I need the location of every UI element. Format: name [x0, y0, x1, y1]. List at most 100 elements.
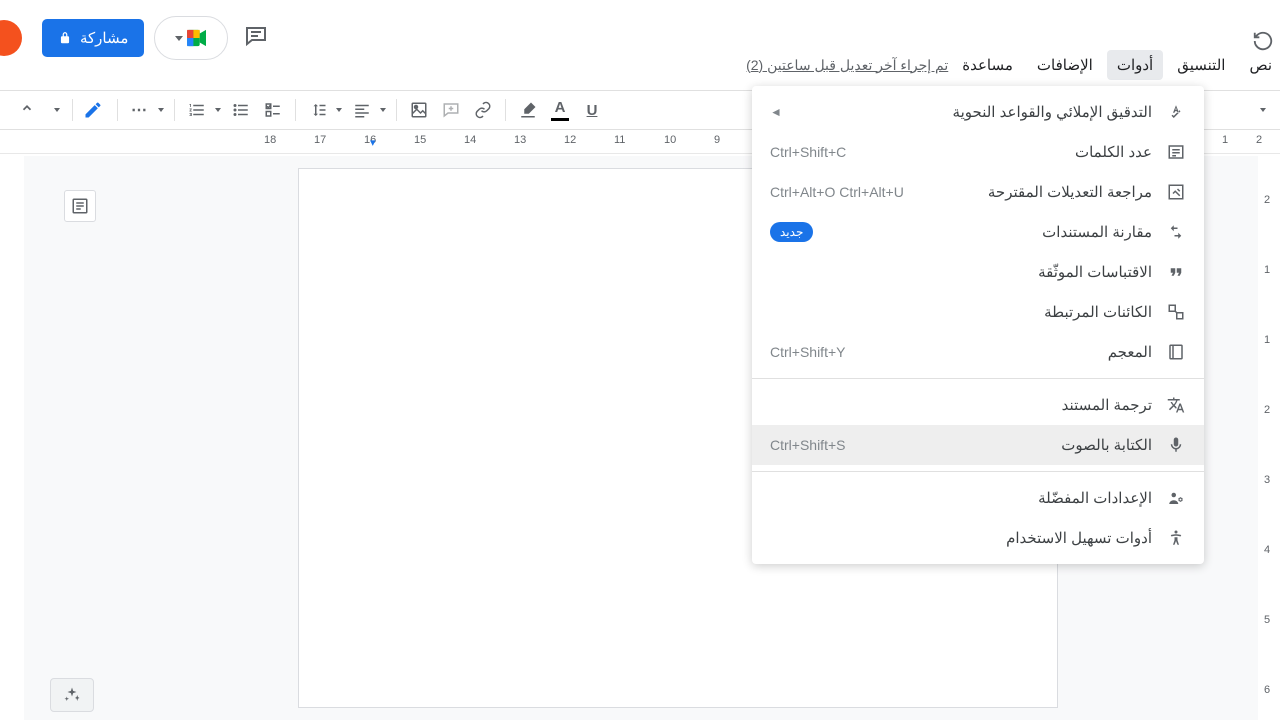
caret-down-icon — [175, 36, 183, 41]
ruler-tick: 13 — [514, 134, 526, 146]
add-comment-button[interactable] — [437, 95, 465, 125]
review-icon — [1166, 183, 1186, 201]
highlight-color-button[interactable] — [514, 95, 542, 125]
ruler-tick: 1 — [1264, 264, 1270, 276]
ruler-tick: 1 — [1264, 334, 1270, 346]
menu-citations[interactable]: الاقتباسات الموثّقة — [752, 252, 1204, 292]
menu-help[interactable]: مساعدة — [952, 50, 1023, 80]
outline-toggle-button[interactable] — [64, 190, 96, 222]
separator — [117, 99, 118, 121]
sparkle-icon — [63, 686, 81, 704]
ruler-tick: 1 — [1222, 134, 1228, 146]
menu-accessibility[interactable]: أدوات تسهيل الاستخدام — [752, 518, 1204, 558]
ruler-tick: 9 — [714, 134, 720, 146]
ruler-tick: 14 — [464, 134, 476, 146]
shortcut-label: Ctrl+Shift+Y — [770, 344, 845, 360]
mic-icon — [1166, 436, 1186, 454]
caret-down-icon — [380, 108, 386, 112]
menubar: نص التنسيق أدوات الإضافات مساعدة تم إجرا… — [722, 50, 1280, 80]
vertical-ruler[interactable]: 2 1 1 2 3 4 5 6 — [1258, 156, 1280, 720]
menu-addons[interactable]: الإضافات — [1027, 50, 1103, 80]
highlight-icon — [519, 101, 537, 119]
last-edit-link[interactable]: تم إجراء آخر تعديل قبل ساعتين (2) — [746, 57, 948, 74]
caret-down-icon — [336, 108, 342, 112]
menu-label: التدقيق الإملائي والقواعد النحوية — [796, 103, 1152, 121]
ruler-tick: 2 — [1264, 194, 1270, 206]
underline-button[interactable]: U — [578, 95, 606, 125]
menu-compare-documents[interactable]: مقارنة المستندات جديد — [752, 212, 1204, 252]
text-color-button[interactable]: A — [546, 95, 574, 125]
lock-icon — [58, 30, 72, 46]
ruler-tick: 2 — [1256, 134, 1262, 146]
separator — [752, 378, 1204, 379]
menu-dictionary[interactable]: المعجم Ctrl+Shift+Y — [752, 332, 1204, 372]
meet-icon — [186, 29, 208, 47]
menu-label: الكتابة بالصوت — [859, 436, 1152, 454]
menu-spelling[interactable]: التدقيق الإملائي والقواعد النحوية ◄ — [752, 92, 1204, 132]
share-button[interactable]: مشاركة — [42, 19, 144, 57]
caret-down-icon — [54, 108, 60, 112]
pen-icon — [83, 100, 103, 120]
editing-mode-button[interactable] — [46, 95, 109, 125]
ruler-tick: 12 — [564, 134, 576, 146]
meet-button[interactable] — [154, 16, 228, 60]
menu-tools[interactable]: أدوات — [1107, 50, 1163, 80]
image-icon — [410, 101, 428, 119]
separator — [174, 99, 175, 121]
explore-button[interactable] — [50, 678, 94, 712]
accessibility-icon — [1166, 529, 1186, 547]
separator — [396, 99, 397, 121]
checklist-button[interactable] — [259, 95, 287, 125]
separator — [505, 99, 506, 121]
submenu-arrow-icon: ◄ — [770, 105, 782, 119]
link-icon — [474, 101, 492, 119]
menu-translate[interactable]: ترجمة المستند — [752, 385, 1204, 425]
add-comment-icon — [442, 101, 460, 119]
ruler-tick: 3 — [1264, 474, 1270, 486]
new-badge: جديد — [770, 222, 813, 242]
shortcut-label: Ctrl+Alt+O Ctrl+Alt+U — [770, 184, 904, 200]
caret-down-icon — [158, 108, 164, 112]
ruler-tick: 17 — [314, 134, 326, 146]
align-button[interactable] — [348, 95, 376, 125]
ruler-tick: 2 — [1264, 404, 1270, 416]
menu-label: مقارنة المستندات — [827, 223, 1152, 241]
outline-icon — [71, 197, 89, 215]
menu-review-suggested[interactable]: مراجعة التعديلات المقترحة Ctrl+Alt+O Ctr… — [752, 172, 1204, 212]
align-icon — [353, 101, 371, 119]
chevron-up-icon — [20, 101, 34, 115]
line-spacing-button[interactable] — [304, 95, 332, 125]
menu-label: عدد الكلمات — [860, 143, 1152, 161]
separator — [295, 99, 296, 121]
linked-objects-icon — [1166, 303, 1186, 321]
collapse-toolbar-button[interactable] — [12, 95, 42, 126]
indent-marker[interactable]: ▾ — [370, 136, 376, 149]
bulleted-list-button[interactable] — [227, 95, 255, 125]
tools-dropdown: التدقيق الإملائي والقواعد النحوية ◄ عدد … — [752, 86, 1204, 564]
quote-icon — [1166, 263, 1186, 281]
more-button[interactable]: ⋯ — [126, 95, 154, 125]
line-spacing-icon — [309, 101, 327, 119]
menu-word-count[interactable]: عدد الكلمات Ctrl+Shift+C — [752, 132, 1204, 172]
ruler-tick: 18 — [264, 134, 276, 146]
shortcut-label: Ctrl+Shift+S — [770, 437, 845, 453]
numbered-list-icon — [188, 101, 206, 119]
numbered-list-button[interactable] — [183, 95, 211, 125]
comment-history-button[interactable] — [238, 18, 274, 59]
menu-label: مراجعة التعديلات المقترحة — [918, 183, 1152, 201]
menu-label: الاقتباسات الموثّقة — [770, 263, 1152, 281]
ruler-tick: 11 — [614, 134, 625, 146]
menu-voice-typing[interactable]: الكتابة بالصوت Ctrl+Shift+S — [752, 425, 1204, 465]
checklist-icon — [264, 101, 282, 119]
menu-trailing[interactable]: نص — [1239, 50, 1272, 80]
menu-label: أدوات تسهيل الاستخدام — [770, 529, 1152, 547]
caret-down-icon — [1260, 108, 1266, 112]
insert-image-button[interactable] — [405, 95, 433, 125]
ruler-tick: 6 — [1264, 684, 1270, 696]
comment-icon — [244, 24, 268, 48]
menu-format[interactable]: التنسيق — [1167, 50, 1235, 80]
menu-linked-objects[interactable]: الكائنات المرتبطة — [752, 292, 1204, 332]
share-label: مشاركة — [80, 29, 128, 47]
menu-preferences[interactable]: الإعدادات المفضّلة — [752, 478, 1204, 518]
insert-link-button[interactable] — [469, 95, 497, 125]
